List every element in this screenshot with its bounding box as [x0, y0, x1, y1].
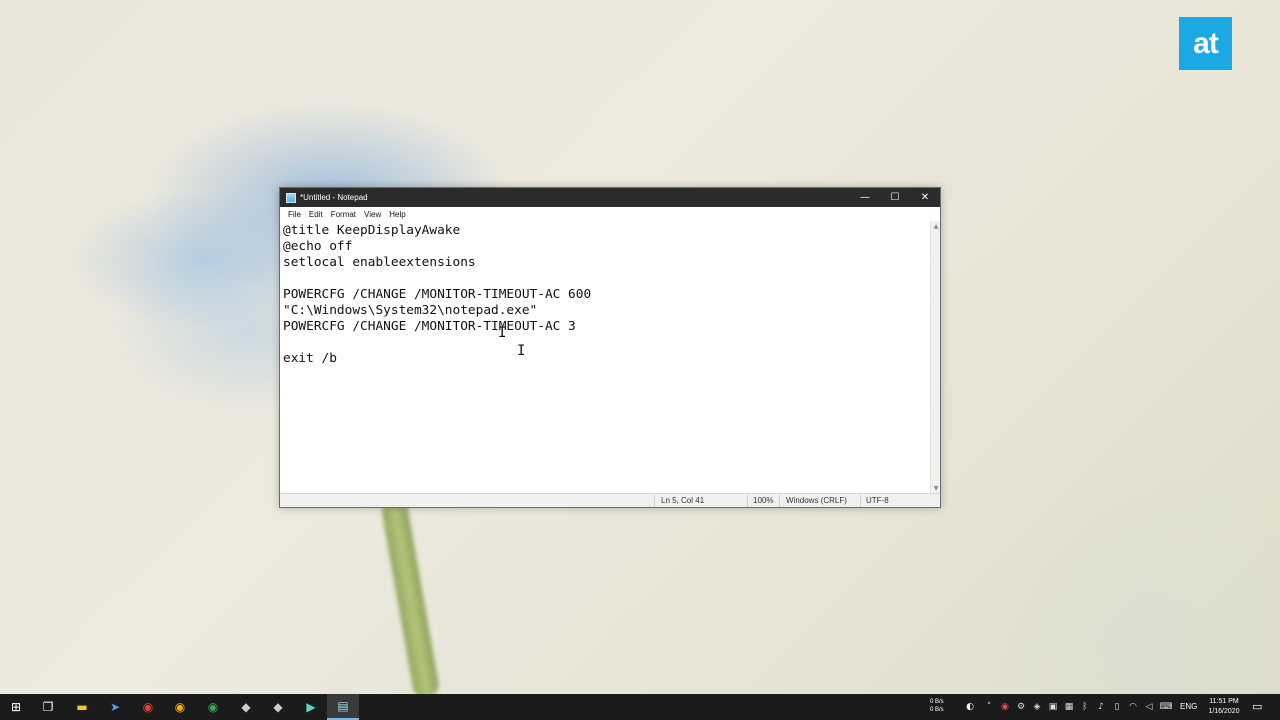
menu-file[interactable]: File — [284, 210, 305, 219]
wifi-icon[interactable]: ◠ — [1125, 694, 1141, 720]
terminal-icon[interactable]: ▶ — [295, 694, 327, 720]
chrome-icon[interactable]: ◉ — [164, 694, 196, 720]
maximize-button[interactable]: ☐ — [880, 188, 910, 207]
editor-line: POWERCFG /CHANGE /MONITOR-TIMEOUT-AC 600 — [283, 287, 592, 302]
title-bar[interactable]: *Untitled - Notepad — ☐ ✕ — [280, 188, 940, 207]
scroll-up-icon[interactable]: ▲ — [931, 221, 941, 231]
menu-bar: File Edit Format View Help — [280, 207, 940, 221]
chrome-icon[interactable]: ◉ — [132, 694, 164, 720]
dropbox-icon[interactable]: ◈ — [1029, 694, 1045, 720]
editor-line: @echo off — [283, 239, 353, 254]
clock-time: 11:51 PM — [1209, 698, 1239, 705]
status-separator — [779, 495, 780, 507]
bluetooth-icon[interactable]: ᛒ — [1077, 694, 1093, 720]
status-position: Ln 5, Col 41 — [661, 496, 705, 505]
folder-icon[interactable]: ▣ — [1045, 694, 1061, 720]
editor-line: @title KeepDisplayAwake — [283, 223, 461, 238]
brand-logo: at — [1179, 17, 1232, 70]
app-icon[interactable]: ◆ — [262, 694, 294, 720]
clock[interactable]: 11:51 PM 1/16/2020 — [1202, 697, 1246, 717]
menu-format[interactable]: Format — [327, 210, 360, 219]
language-indicator[interactable]: ENG — [1180, 702, 1197, 711]
app-icon[interactable]: ▦ — [1061, 694, 1077, 720]
status-bar: Ln 5, Col 41 100% Windows (CRLF) UTF-8 — [280, 493, 940, 507]
menu-help[interactable]: Help — [385, 210, 409, 219]
status-separator — [747, 495, 748, 507]
keyboard-icon[interactable]: ⌨ — [1158, 694, 1174, 720]
window-title: *Untitled - Notepad — [300, 193, 368, 202]
status-encoding: UTF-8 — [866, 496, 889, 505]
notification-icon[interactable]: ▭ — [1252, 700, 1266, 714]
close-button[interactable]: ✕ — [910, 188, 940, 207]
mouse-ibeam-cursor-icon: I — [517, 343, 526, 359]
chrome-icon[interactable]: ◉ — [197, 694, 229, 720]
status-zoom: 100% — [753, 496, 774, 505]
vertical-scrollbar[interactable]: ▲ ▼ — [930, 221, 940, 493]
notepad-icon — [286, 192, 296, 203]
status-separator — [654, 495, 655, 507]
brand-logo-text: at — [1193, 26, 1219, 60]
record-icon[interactable]: ◉ — [997, 694, 1013, 720]
status-separator — [860, 495, 861, 507]
editor-line: exit /b — [283, 351, 337, 366]
app-icon[interactable]: ➤ — [99, 694, 131, 720]
gear-icon[interactable]: ⚙ — [1013, 694, 1029, 720]
scroll-down-icon[interactable]: ▼ — [931, 483, 941, 493]
text-cursor-icon: I — [498, 325, 507, 341]
battery-icon[interactable]: ▯ — [1109, 694, 1125, 720]
menu-edit[interactable]: Edit — [305, 210, 327, 219]
minimize-button[interactable]: — — [850, 188, 880, 207]
text-editor[interactable]: @title KeepDisplayAwake @echo off setloc… — [280, 221, 930, 493]
task-view-icon[interactable]: ❐ — [32, 694, 64, 720]
menu-view[interactable]: View — [360, 210, 385, 219]
status-line-ending: Windows (CRLF) — [786, 496, 847, 505]
net-download-speed: 0 B/s — [930, 707, 944, 713]
file-explorer-icon[interactable]: ▬ — [66, 694, 98, 720]
network-speed: 0 B/s 0 B/s — [930, 698, 944, 714]
wallpaper-flower-stem — [380, 497, 441, 700]
app-icon[interactable]: ◆ — [230, 694, 262, 720]
moon-icon[interactable]: ◐ — [962, 694, 978, 720]
editor-line: "C:\Windows\System32\notepad.exe" — [283, 303, 538, 318]
chevron-up-icon[interactable]: ˄ — [981, 694, 997, 720]
net-upload-speed: 0 B/s — [930, 699, 944, 705]
microphone-icon[interactable]: ♪ — [1093, 694, 1109, 720]
taskbar: ⊞ ❐ ▬ ➤ ◉ ◉ ◉ ◆ ◆ ▶ ▤ 0 B/s 0 B/s ◐ ˄ ◉ … — [0, 694, 1280, 720]
editor-line: setlocal enableextensions — [283, 255, 476, 270]
editor-line: POWERCFG /CHANGE /MONITOR-TIMEOUT-AC 3 — [283, 319, 576, 334]
clock-date: 1/16/2020 — [1208, 708, 1240, 715]
start-icon[interactable]: ⊞ — [0, 694, 32, 720]
speaker-icon[interactable]: ◁ — [1141, 694, 1157, 720]
notepad-icon[interactable]: ▤ — [327, 694, 359, 720]
notepad-window[interactable]: *Untitled - Notepad — ☐ ✕ File Edit Form… — [279, 187, 941, 508]
